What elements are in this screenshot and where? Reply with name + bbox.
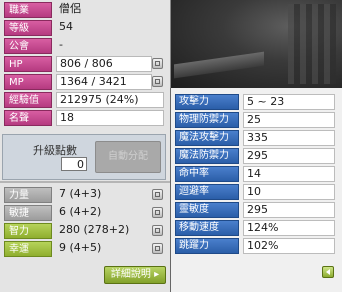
weapon-def-row: 物理防禦力 25 <box>175 112 339 128</box>
auto-assign-button[interactable]: 自動分配 <box>95 141 161 173</box>
avoid-value: 10 <box>243 184 335 200</box>
magic-def-label: 魔法防禦力 <box>175 148 239 164</box>
hp-add-button[interactable] <box>152 58 163 69</box>
str-label: 力量 <box>4 187 52 203</box>
weapon-def-value: 25 <box>243 112 335 128</box>
fame-row: 名聲 18 <box>2 110 166 126</box>
detail-stats-panel: 攻擊力 5 ~ 23 物理防禦力 25 魔法攻擊力 335 魔法防禦力 295 … <box>170 88 342 292</box>
attack-label: 攻擊力 <box>175 94 239 110</box>
magic-def-row: 魔法防禦力 295 <box>175 148 339 164</box>
magic-def-value: 295 <box>243 148 335 164</box>
magic-atk-row: 魔法攻擊力 335 <box>175 130 339 146</box>
character-stat-window: 職業 僧侶 等級 54 公會 - HP 806 / 806 MP 1364 / … <box>0 0 171 292</box>
game-scene-backdrop <box>170 0 342 88</box>
str-value: 7 (4+3) <box>59 187 102 200</box>
dex-add-button[interactable] <box>152 207 163 218</box>
str-add-button[interactable] <box>152 189 163 200</box>
avoid-label: 迴避率 <box>175 184 239 200</box>
level-value: 54 <box>59 20 73 33</box>
int-label: 智力 <box>4 223 52 239</box>
hp-row: HP 806 / 806 <box>2 56 166 72</box>
ability-points-value: 0 <box>61 157 87 171</box>
scene-wall <box>288 4 336 84</box>
job-row: 職業 僧侶 <box>2 2 166 18</box>
detail-close-button[interactable] <box>322 266 334 278</box>
hands-label: 靈敏度 <box>175 202 239 218</box>
hands-value: 295 <box>243 202 335 218</box>
guild-value: - <box>59 38 63 51</box>
luk-row: 幸運 9 (4+5) <box>2 241 166 257</box>
accuracy-row: 命中率 14 <box>175 166 339 182</box>
luk-label: 幸運 <box>4 241 52 257</box>
dex-value: 6 (4+2) <box>59 205 102 218</box>
speed-row: 移動速度 124% <box>175 220 339 236</box>
luk-add-button[interactable] <box>152 243 163 254</box>
fame-value: 18 <box>56 110 164 126</box>
level-row: 等級 54 <box>2 20 166 36</box>
mp-add-button[interactable] <box>152 76 163 87</box>
magic-atk-label: 魔法攻擊力 <box>175 130 239 146</box>
stat-divider <box>0 181 170 183</box>
jump-value: 102% <box>243 238 335 254</box>
hp-value: 806 / 806 <box>56 56 152 72</box>
int-row: 智力 280 (278+2) <box>2 223 166 239</box>
job-value: 僧侶 <box>59 2 81 15</box>
hands-row: 靈敏度 295 <box>175 202 339 218</box>
weapon-def-label: 物理防禦力 <box>175 112 239 128</box>
guild-row: 公會 - <box>2 38 166 54</box>
job-label: 職業 <box>4 2 52 18</box>
mp-label: MP <box>4 74 52 90</box>
hp-label: HP <box>4 56 52 72</box>
speed-label: 移動速度 <box>175 220 239 236</box>
level-label: 等級 <box>4 20 52 36</box>
magic-atk-value: 335 <box>243 130 335 146</box>
luk-value: 9 (4+5) <box>59 241 102 254</box>
int-value: 280 (278+2) <box>59 223 130 236</box>
ability-points-label: 升級點數 <box>33 144 77 157</box>
mp-row: MP 1364 / 3421 <box>2 74 166 90</box>
attack-row: 攻擊力 5 ~ 23 <box>175 94 339 110</box>
ability-points-panel: 升級點數 0 自動分配 <box>2 134 166 180</box>
exp-label: 經驗值 <box>4 92 52 108</box>
dex-label: 敏捷 <box>4 205 52 221</box>
jump-row: 跳躍力 102% <box>175 238 339 254</box>
exp-row: 經驗值 212975 (24%) <box>2 92 166 108</box>
accuracy-value: 14 <box>243 166 335 182</box>
accuracy-label: 命中率 <box>175 166 239 182</box>
fame-label: 名聲 <box>4 110 52 126</box>
detail-toggle-button[interactable]: 詳細說明 ▸ <box>104 266 166 284</box>
int-add-button[interactable] <box>152 225 163 236</box>
str-row: 力量 7 (4+3) <box>2 187 166 203</box>
guild-label: 公會 <box>4 38 52 54</box>
dex-row: 敏捷 6 (4+2) <box>2 205 166 221</box>
avoid-row: 迴避率 10 <box>175 184 339 200</box>
exp-value: 212975 (24%) <box>56 92 164 108</box>
jump-label: 跳躍力 <box>175 238 239 254</box>
speed-value: 124% <box>243 220 335 236</box>
attack-value: 5 ~ 23 <box>243 94 335 110</box>
mp-value: 1364 / 3421 <box>56 74 152 90</box>
scene-beam <box>174 51 264 79</box>
